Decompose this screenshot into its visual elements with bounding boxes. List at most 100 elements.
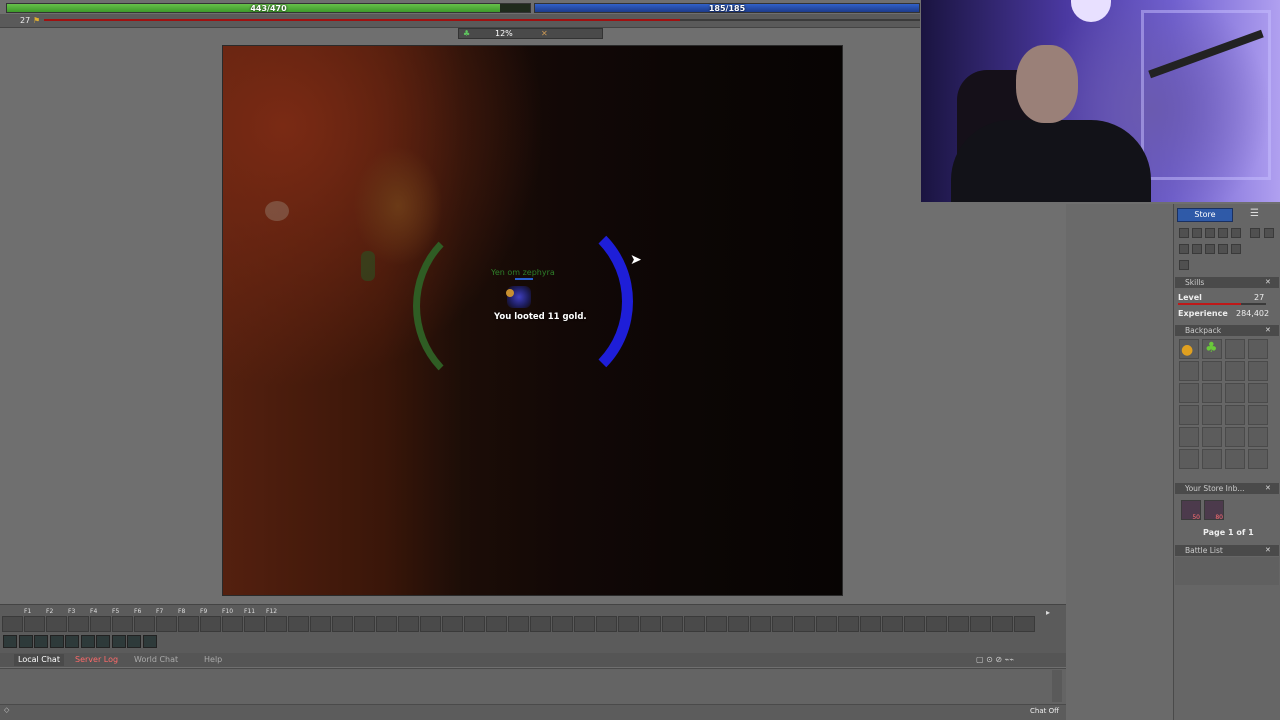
backpack-slot[interactable] <box>1179 405 1199 425</box>
backpack-slot[interactable] <box>1202 361 1222 381</box>
store-inbox-close-icon[interactable]: ✕ <box>1265 484 1271 492</box>
backpack-slot[interactable] <box>1248 449 1268 469</box>
backpack-slot[interactable] <box>1225 405 1245 425</box>
action-slot[interactable] <box>794 616 815 632</box>
backpack-slot[interactable] <box>1179 427 1199 447</box>
action-slot[interactable] <box>882 616 903 632</box>
backpack-slot[interactable] <box>1248 383 1268 403</box>
action-slot[interactable] <box>332 616 353 632</box>
backpack-slot[interactable] <box>1202 427 1222 447</box>
panel-tool-icon[interactable] <box>1192 228 1202 238</box>
action-slot[interactable] <box>266 616 287 632</box>
backpack-slot[interactable] <box>1248 427 1268 447</box>
backpack-slot[interactable] <box>1248 405 1268 425</box>
tab-server-log[interactable]: Server Log <box>71 654 122 666</box>
backpack-slot[interactable] <box>1248 339 1268 359</box>
action-slot[interactable] <box>816 616 837 632</box>
chat-off-button[interactable]: Chat Off <box>1030 707 1059 715</box>
skills-close-icon[interactable]: ✕ <box>1265 278 1271 286</box>
action-slot[interactable] <box>1014 616 1035 632</box>
hotkey-item-slot[interactable] <box>111 635 126 648</box>
backpack-slot[interactable] <box>1225 339 1245 359</box>
tab-world-chat[interactable]: World Chat <box>130 654 182 666</box>
action-slot[interactable] <box>772 616 793 632</box>
action-slot[interactable] <box>156 616 177 632</box>
panel-tool-icon[interactable] <box>1231 228 1241 238</box>
backpack-slot[interactable] <box>1179 361 1199 381</box>
backpack-header[interactable]: Backpack <box>1175 325 1279 336</box>
action-slot[interactable] <box>288 616 309 632</box>
action-slot[interactable] <box>398 616 419 632</box>
store-button[interactable]: Store <box>1177 208 1233 222</box>
action-slot[interactable] <box>948 616 969 632</box>
action-slot[interactable] <box>2 616 23 632</box>
action-slot[interactable] <box>90 616 111 632</box>
action-slot[interactable] <box>706 616 727 632</box>
action-slot[interactable] <box>552 616 573 632</box>
action-slot[interactable] <box>728 616 749 632</box>
herb-item-icon[interactable]: ♣ <box>1205 340 1218 356</box>
panel-tool-icon[interactable] <box>1218 228 1228 238</box>
panel-tool-icon[interactable] <box>1179 228 1189 238</box>
panel-tool-icon[interactable] <box>1179 244 1189 254</box>
panel-tool-icon[interactable] <box>1264 228 1274 238</box>
panel-tool-icon[interactable] <box>1218 244 1228 254</box>
action-slot[interactable] <box>530 616 551 632</box>
action-slot[interactable] <box>992 616 1013 632</box>
backpack-close-icon[interactable]: ✕ <box>1265 326 1271 334</box>
panel-tool-icon[interactable] <box>1205 244 1215 254</box>
action-slot[interactable] <box>222 616 243 632</box>
backpack-slot[interactable] <box>1225 383 1245 403</box>
backpack-slot[interactable] <box>1225 361 1245 381</box>
hotkey-item-slot[interactable] <box>65 635 79 648</box>
action-slot[interactable] <box>178 616 199 632</box>
hotkey-item-slot[interactable] <box>18 635 33 648</box>
action-slot[interactable] <box>134 616 155 632</box>
action-slot[interactable] <box>486 616 507 632</box>
action-slot[interactable] <box>618 616 639 632</box>
backpack-slot[interactable] <box>1202 383 1222 403</box>
hotkey-item-slot[interactable] <box>80 635 95 648</box>
panel-tool-icon[interactable] <box>1205 228 1215 238</box>
action-slot[interactable] <box>926 616 947 632</box>
action-slot[interactable] <box>860 616 881 632</box>
panel-tool-icon[interactable] <box>1250 228 1260 238</box>
action-slot[interactable] <box>354 616 375 632</box>
panel-tool-icon[interactable] <box>1231 244 1241 254</box>
chat-input-bar[interactable] <box>0 704 1066 720</box>
menu-icon[interactable]: ☰ <box>1250 208 1259 219</box>
chat-mode-icon[interactable]: ◇ <box>4 706 9 714</box>
hotkey-item-slot[interactable] <box>34 635 48 648</box>
hotkey-item-slot[interactable] <box>96 635 110 648</box>
chat-scrollbar[interactable] <box>1052 670 1062 702</box>
action-slot[interactable] <box>420 616 441 632</box>
backpack-slot[interactable] <box>1179 449 1199 469</box>
action-slot[interactable] <box>244 616 265 632</box>
action-slot[interactable] <box>904 616 925 632</box>
tab-help[interactable]: Help <box>200 654 226 666</box>
store-inbox-item[interactable]: 80 <box>1204 500 1224 521</box>
gold-coins-icon[interactable]: ● <box>1181 342 1193 358</box>
panel-tool-icon[interactable] <box>1179 260 1189 270</box>
backpack-slot[interactable] <box>1202 449 1222 469</box>
backpack-slot[interactable] <box>1179 383 1199 403</box>
tab-local-chat[interactable]: Local Chat <box>14 654 64 666</box>
chat-controls[interactable]: ▢ ⊙ ⊘ ⌁⌁ <box>976 655 1014 664</box>
action-slot[interactable] <box>442 616 463 632</box>
action-slot[interactable] <box>24 616 45 632</box>
store-inbox-item[interactable]: 50 <box>1181 500 1201 521</box>
action-slot[interactable] <box>596 616 617 632</box>
backpack-slot[interactable] <box>1225 449 1245 469</box>
action-slot[interactable] <box>200 616 221 632</box>
game-view[interactable]: Yen om zephyra You looted 11 gold. <box>222 45 843 596</box>
action-slot[interactable] <box>46 616 67 632</box>
store-inbox-header[interactable]: Your Store Inb... <box>1175 483 1279 494</box>
backpack-slot[interactable] <box>1248 361 1268 381</box>
backpack-slot[interactable] <box>1225 427 1245 447</box>
action-slot[interactable] <box>68 616 89 632</box>
action-slot[interactable] <box>376 616 397 632</box>
action-slot[interactable] <box>574 616 595 632</box>
hotkey-item-slot[interactable] <box>127 635 141 648</box>
action-bar-scroll-button[interactable]: ▸ <box>1046 608 1062 630</box>
battle-list-header[interactable]: Battle List <box>1175 545 1279 556</box>
